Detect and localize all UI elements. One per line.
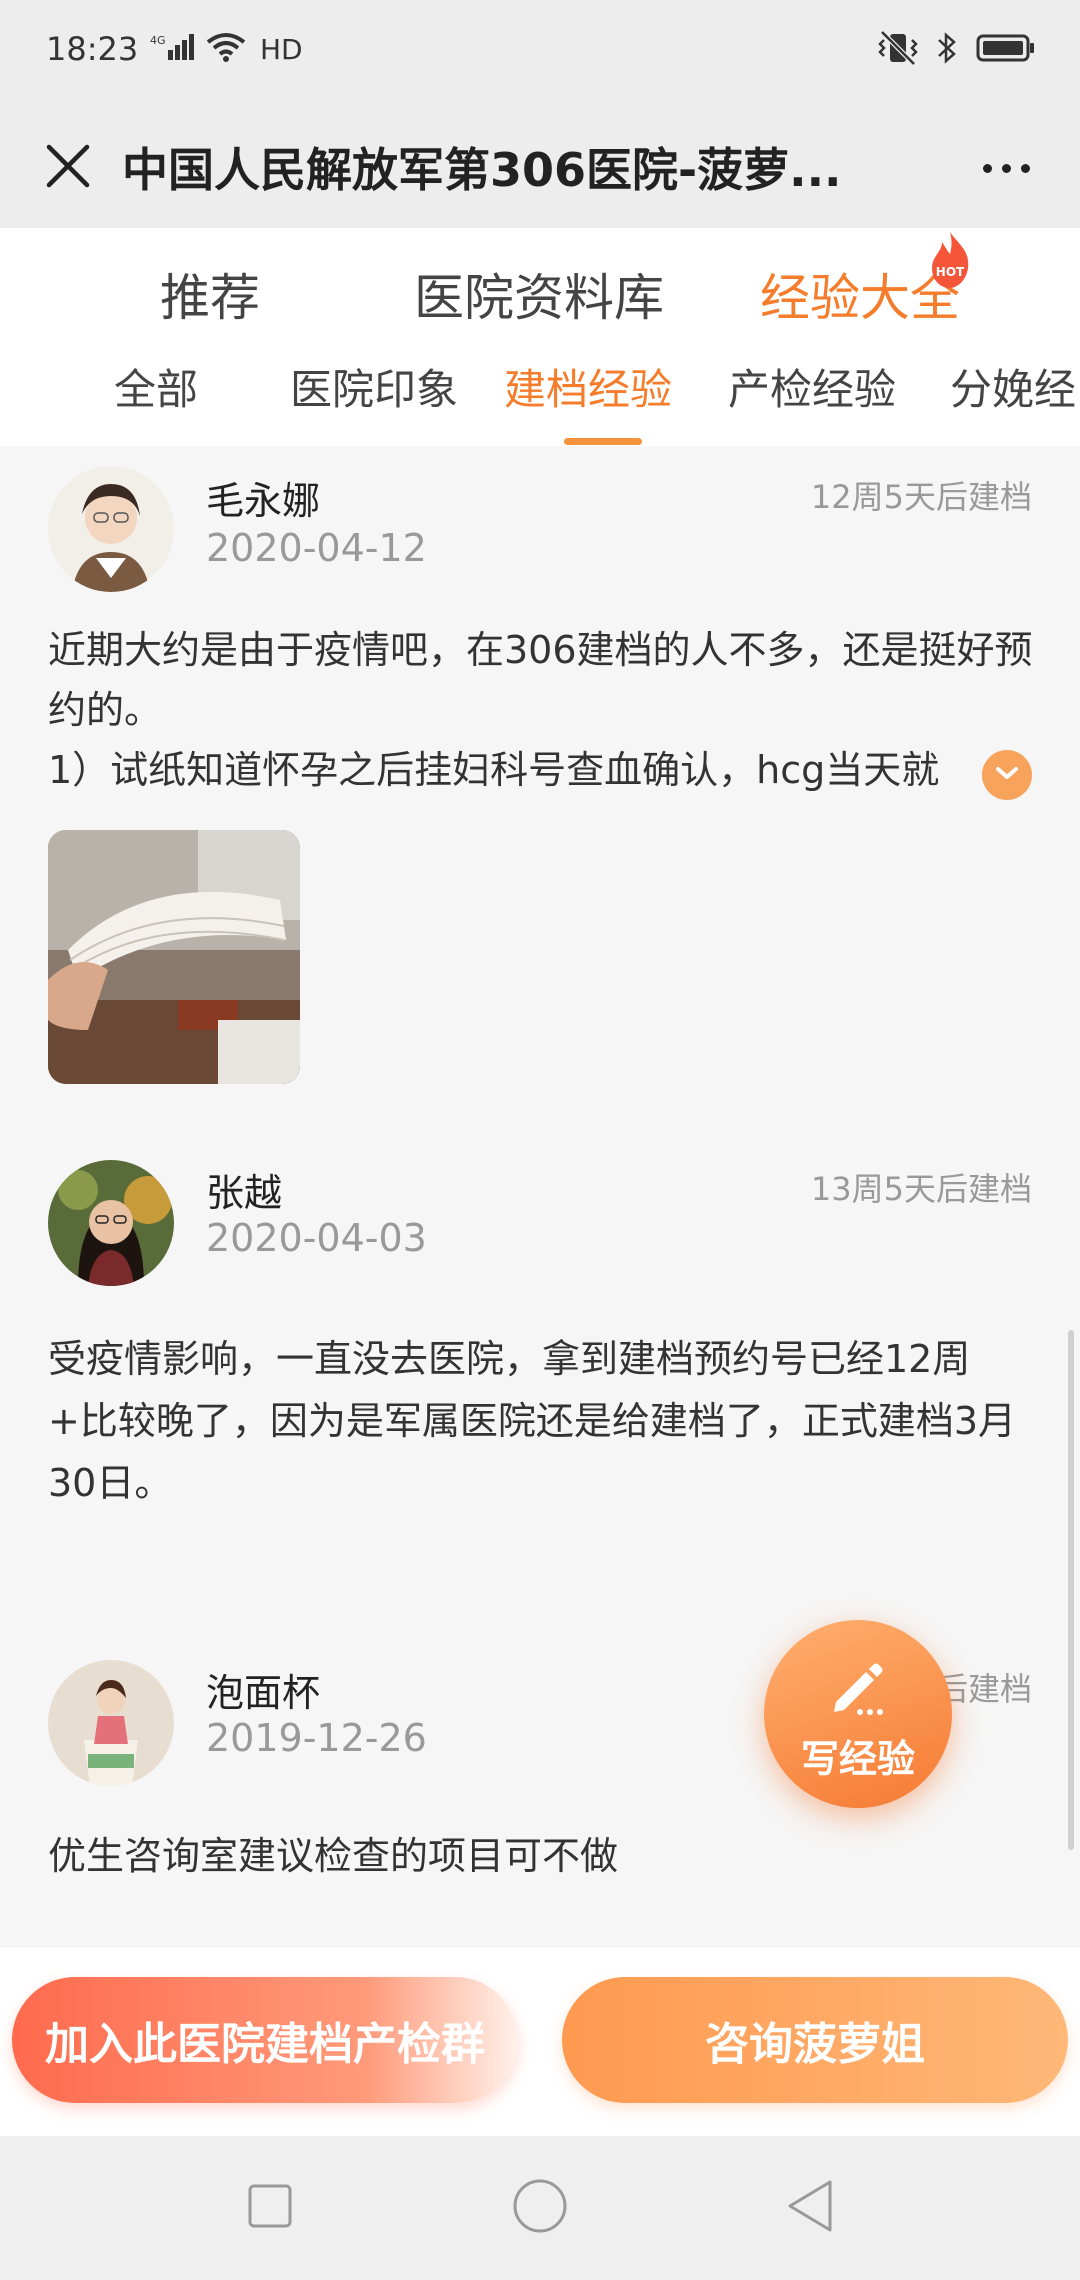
chevron-down-icon <box>994 763 1020 787</box>
subtab-all[interactable]: 全部 <box>114 356 198 417</box>
hot-badge-text: HOT <box>936 265 965 279</box>
battery-icon <box>976 32 1036 68</box>
back-button[interactable] <box>774 2172 846 2244</box>
post-meta: 12周5天后建档 <box>810 478 1032 516</box>
join-group-button[interactable]: 加入此医院建档产检群 <box>12 1977 518 2103</box>
bluetooth-icon <box>936 30 958 70</box>
avatar[interactable] <box>48 1660 174 1786</box>
status-left-icons: 4G HD <box>150 32 303 66</box>
recents-button[interactable] <box>234 2172 306 2244</box>
post-date: 2020-04-12 <box>206 526 427 570</box>
bottom-action-bar: 加入此医院建档产检群 咨询菠萝姐 <box>0 1946 1080 2136</box>
more-icon-dot <box>1020 163 1030 173</box>
post-date: 2019-12-26 <box>206 1716 427 1760</box>
page-title: 中国人民解放军第306医院-菠萝... <box>122 143 842 197</box>
subtab-hospital-impression[interactable]: 医院印象 <box>290 356 458 417</box>
subtab-registration-experience[interactable]: 建档经验 <box>504 356 672 417</box>
post-text[interactable]: 近期大约是由于疫情吧，在306建档的人不多，还是挺好预约的。 1）试纸知道怀孕之… <box>48 620 1038 800</box>
write-experience-label: 写经验 <box>800 1737 915 1781</box>
tabs-area: 推荐 医院资料库 经验大全 HOT 全部 医院印象 建档经验 产检经验 分娩经 <box>0 228 1080 446</box>
signal-icon: 4G <box>150 32 196 66</box>
square-icon <box>246 2182 294 2234</box>
expand-button[interactable] <box>982 750 1032 800</box>
hot-badge-icon: HOT <box>928 230 972 290</box>
hd-label: HD <box>260 32 303 66</box>
home-button[interactable] <box>504 2172 576 2244</box>
post-meta: 13周5天后建档 <box>810 1170 1032 1208</box>
user-name: 泡面杯 <box>206 1671 321 1715</box>
subtab-active-underline <box>564 438 642 445</box>
tab-recommend[interactable]: 推荐 <box>160 258 260 330</box>
user-name: 毛永娜 <box>206 479 321 523</box>
wifi-icon <box>206 32 246 66</box>
close-button[interactable] <box>32 132 104 204</box>
status-right-icons <box>878 30 1036 70</box>
close-icon <box>45 143 91 193</box>
pencil-icon <box>826 1656 890 1720</box>
avatar[interactable] <box>48 1160 174 1286</box>
post-image[interactable] <box>48 830 300 1084</box>
avatar[interactable] <box>48 466 174 592</box>
system-nav-bar <box>0 2136 1080 2280</box>
write-experience-button[interactable]: 写经验 <box>764 1620 952 1808</box>
subtab-checkup-experience[interactable]: 产检经验 <box>728 356 896 417</box>
consult-button[interactable]: 咨询菠萝姐 <box>562 1977 1068 2103</box>
circle-icon <box>512 2178 568 2238</box>
vibrate-icon <box>878 30 918 70</box>
post-text[interactable]: 受疫情影响，一直没去医院，拿到建档预约号已经12周+比较晚了，因为是军属医院还是… <box>48 1328 1038 1514</box>
status-time: 18:23 <box>46 30 139 68</box>
scrollbar[interactable] <box>1068 1330 1074 1850</box>
more-icon-dot <box>1001 163 1011 173</box>
app-screen: 18:23 4G HD 中国人民解放军第306医院-菠萝... 推荐 医院资料库… <box>0 0 1080 2280</box>
user-name: 张越 <box>206 1171 283 1215</box>
tab-hospital-database[interactable]: 医院资料库 <box>414 258 664 330</box>
more-icon-dot <box>982 163 992 173</box>
app-bar: 中国人民解放军第306医院-菠萝... <box>0 108 1080 228</box>
more-button[interactable] <box>962 132 1050 204</box>
sub-tabs: 全部 医院印象 建档经验 产检经验 分娩经 <box>0 356 1080 426</box>
back-triangle-icon <box>784 2178 836 2238</box>
subtab-delivery-experience[interactable]: 分娩经 <box>950 356 1076 417</box>
post-text[interactable]: 优生咨询室建议检查的项目可不做 <box>48 1826 1038 1886</box>
post-date: 2020-04-03 <box>206 1216 427 1260</box>
svg-text:4G: 4G <box>150 34 166 47</box>
status-bar: 18:23 4G HD <box>0 0 1080 108</box>
